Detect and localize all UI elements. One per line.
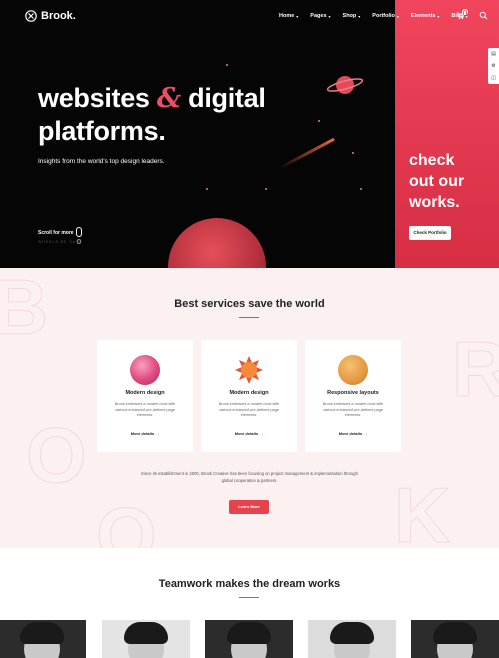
top-navigation: Brook. Home ▾ Pages ▾ Shop ▾ Portfolio ▾ Ele… [0,0,499,34]
portrait-hair [124,622,168,644]
star [352,152,354,154]
logo-text: Brook. [41,10,76,22]
planet-graphic [168,218,266,268]
search-icon-svg [479,11,488,20]
scroll-sublabel: WHEELS BE SAFE [38,240,83,244]
card-description: Brook embraces a modern look with variou… [114,402,176,417]
cart-icon[interactable]: 0 [456,9,468,23]
menu-label: Shop [342,13,357,19]
menu-item-pages[interactable]: Pages ▾ [310,13,330,19]
hero-subtitle: Insights from the world's top design lea… [38,158,165,165]
link-label: More details [338,431,363,436]
cart-count-badge: 0 [462,9,468,18]
background-letter: K [393,471,451,549]
arrow-right-icon: → [363,431,368,436]
menu-item-elements[interactable]: Elements ▾ [411,13,439,19]
more-details-link[interactable]: More details → [305,431,401,436]
check-portfolio-button[interactable]: Check Portfolio [409,226,451,240]
portrait-hair [20,622,64,644]
background-letter: O [26,411,88,499]
team-title: Teamwork makes the dream works [158,578,341,590]
chevron-down-icon: ▾ [437,13,440,19]
menu-item-portfolio[interactable]: Portfolio ▾ [372,13,399,19]
brand-logo[interactable]: Brook. [25,10,76,22]
card-description: Brook embraces a modern look with variou… [218,402,280,417]
link-label: More details [130,431,155,436]
more-details-link[interactable]: More details → [97,431,193,436]
side-toolbar: ▤ ⚙ ◫ [488,48,499,84]
learn-more-button[interactable]: Learn More [229,500,269,514]
mouse-scroll-icon[interactable] [76,227,82,237]
title-underline [239,317,259,318]
search-icon[interactable] [479,11,488,23]
menu-label: Portfolio [372,13,395,19]
cart-icon[interactable]: ◫ [491,75,496,81]
more-details-link[interactable]: More details → [201,431,297,436]
team-member-photo[interactable] [102,620,190,658]
portrait-hair [330,622,374,644]
cta-heading: check out our works. [409,150,464,213]
sun-icon [235,356,263,384]
arrow-right-icon: → [155,431,160,436]
scroll-label[interactable]: Scroll for more [38,230,74,236]
cta-heading-line: works. [409,194,460,211]
planet-orange-icon [338,355,368,385]
services-section: B R O O K Best services save the world M… [0,268,499,548]
star [265,188,267,190]
background-letter: O [96,491,158,549]
team-member-photo[interactable] [205,620,293,658]
card-description: Brook embraces a modern look with variou… [322,402,384,417]
team-member-photo[interactable] [0,620,86,658]
team-member-photo[interactable] [308,620,396,658]
menu-item-shop[interactable]: Shop ▾ [343,13,361,19]
hero-title: websites & digital platforms. [38,82,338,147]
chevron-down-icon: ▾ [396,13,399,19]
chevron-down-icon: ▾ [328,13,331,19]
nav-icons: 0 [456,9,488,23]
card-title: Responsive layouts [327,390,379,396]
background-letter: R [451,325,499,413]
planet-pink-icon [130,355,160,385]
menu-label: Home [279,13,295,19]
settings-icon[interactable]: ⚙ [491,63,495,69]
card-title: Modern design [229,390,269,396]
hero-section: Brook. Home ▾ Pages ▾ Shop ▾ Portfolio ▾ Ele… [0,0,499,268]
service-card: Modern design Brook embraces a modern lo… [97,340,193,452]
team-section: Teamwork makes the dream works [0,548,499,658]
cta-heading-line: out our [409,173,465,190]
logo-icon [25,10,37,22]
main-menu: Home ▾ Pages ▾ Shop ▾ Portfolio ▾ Elements ▾ … [279,13,468,19]
services-title: Best services save the world [174,298,325,310]
portrait-hair [433,622,477,644]
document-icon[interactable]: ▤ [491,51,496,57]
service-card: Responsive layouts Brook embraces a mode… [305,340,401,452]
menu-label: Elements [410,13,436,19]
mouse-scroll-icon [77,239,81,244]
arrow-right-icon: → [259,431,264,436]
chevron-down-icon: ▾ [296,13,299,19]
star [226,64,228,66]
team-member-photo[interactable] [411,620,499,658]
link-label: More details [234,431,259,436]
hero-title-ampersand: & [156,83,181,114]
establishment-text: Since its establishment in 2000, Brook C… [141,471,358,483]
menu-label: Pages [310,13,327,19]
title-underline [239,597,259,598]
chevron-down-icon: ▾ [358,13,361,19]
star [360,188,362,190]
star [206,188,208,190]
menu-item-home[interactable]: Home ▾ [279,13,298,19]
portrait-hair [227,622,271,644]
cta-heading-line: check [409,152,455,169]
service-card: Modern design Brook embraces a modern lo… [201,340,297,452]
hero-title-part1: websites [38,83,157,113]
card-title: Modern design [125,390,165,396]
